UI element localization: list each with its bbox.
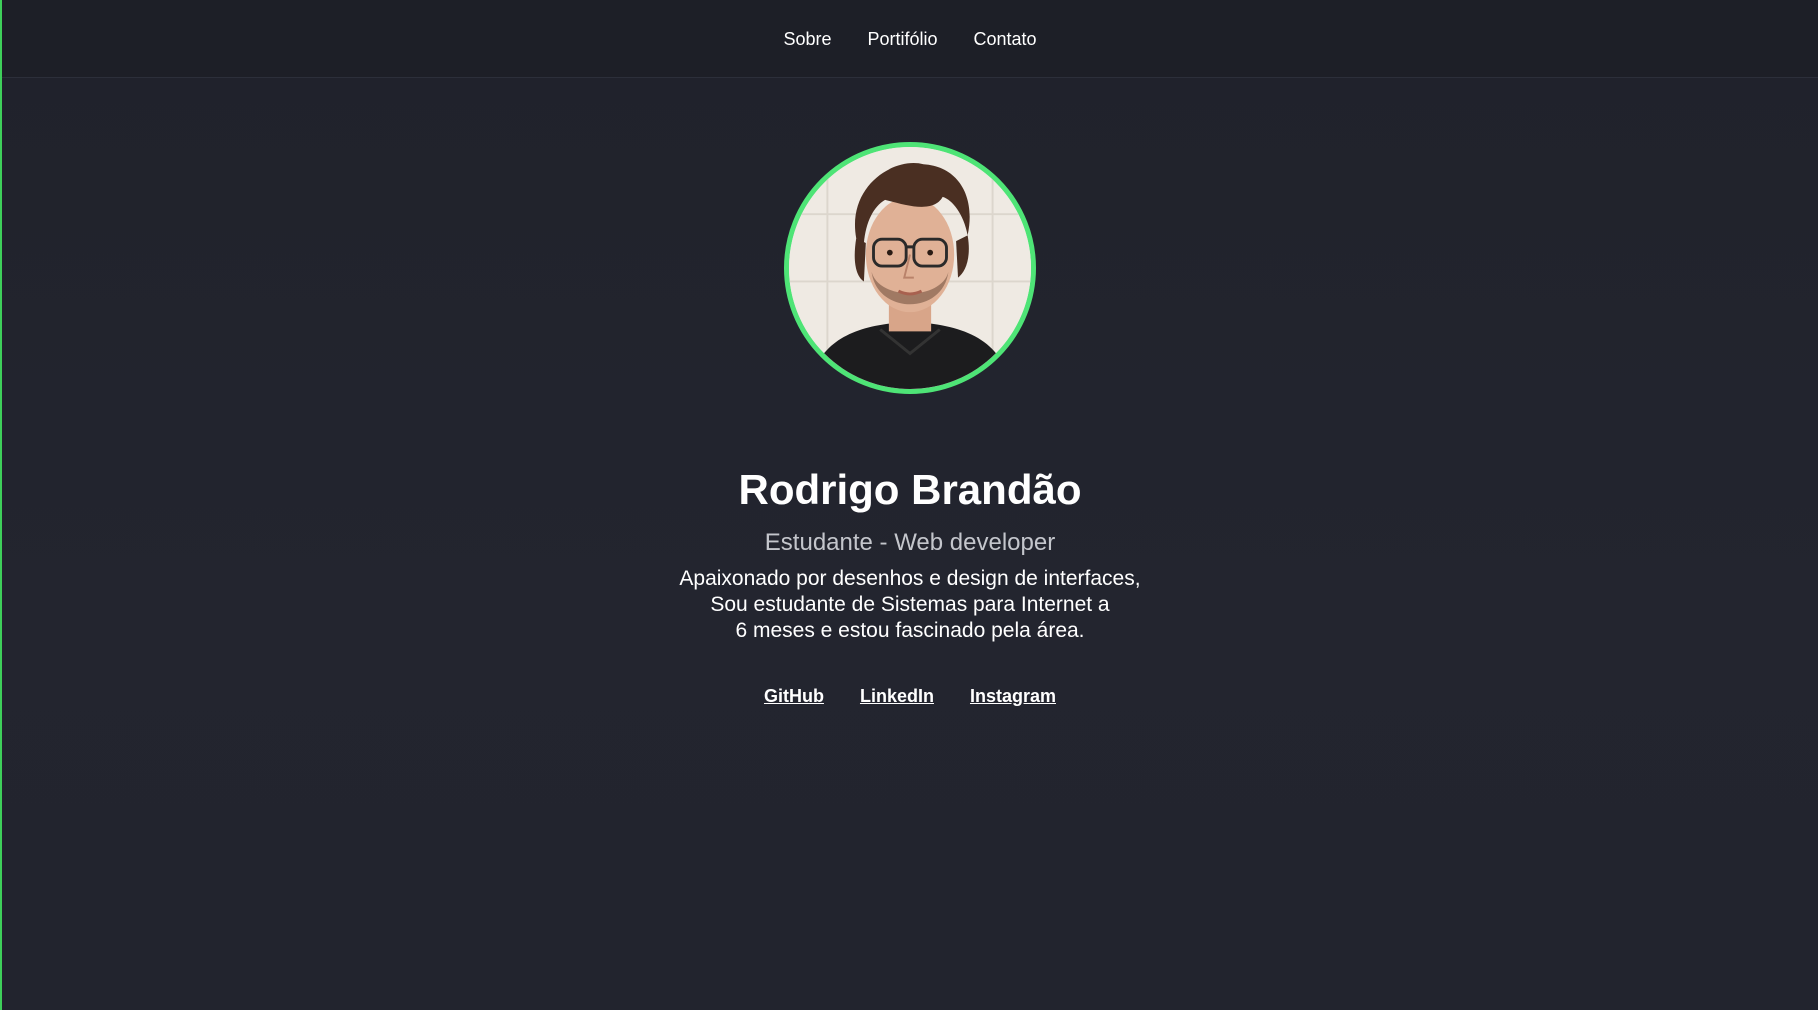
social-link-linkedin[interactable]: LinkedIn <box>860 686 934 707</box>
profile-role: Estudante - Web developer <box>764 529 1056 556</box>
social-link-instagram[interactable]: Instagram <box>970 686 1056 707</box>
profile-name: Rodrigo Brandão <box>738 466 1082 513</box>
bio-line: Apaixonado por desenhos e design de inte… <box>679 567 1141 590</box>
bio-line: Sou estudante de Sistemas para Internet … <box>710 593 1110 616</box>
profile-bio: Apaixonado por desenhos e design de inte… <box>679 566 1140 644</box>
top-navigation: Sobre Portifólio Contato <box>2 0 1818 78</box>
nav-link-portifolio[interactable]: Portifólio <box>867 23 937 55</box>
bio-line: 6 meses e estou fascinado pela área. <box>735 619 1085 642</box>
nav-link-contato[interactable]: Contato <box>974 23 1037 55</box>
social-link-github[interactable]: GitHub <box>764 686 824 707</box>
page: Sobre Portifólio Contato Rodrigo Brandão… <box>0 0 1818 1010</box>
avatar <box>784 142 1036 394</box>
hero-section: Rodrigo Brandão Estudante - Web develope… <box>2 142 1818 707</box>
nav-link-sobre[interactable]: Sobre <box>783 23 831 55</box>
social-links: GitHub LinkedIn Instagram <box>764 686 1056 707</box>
avatar-portrait-illustration <box>789 147 1031 389</box>
